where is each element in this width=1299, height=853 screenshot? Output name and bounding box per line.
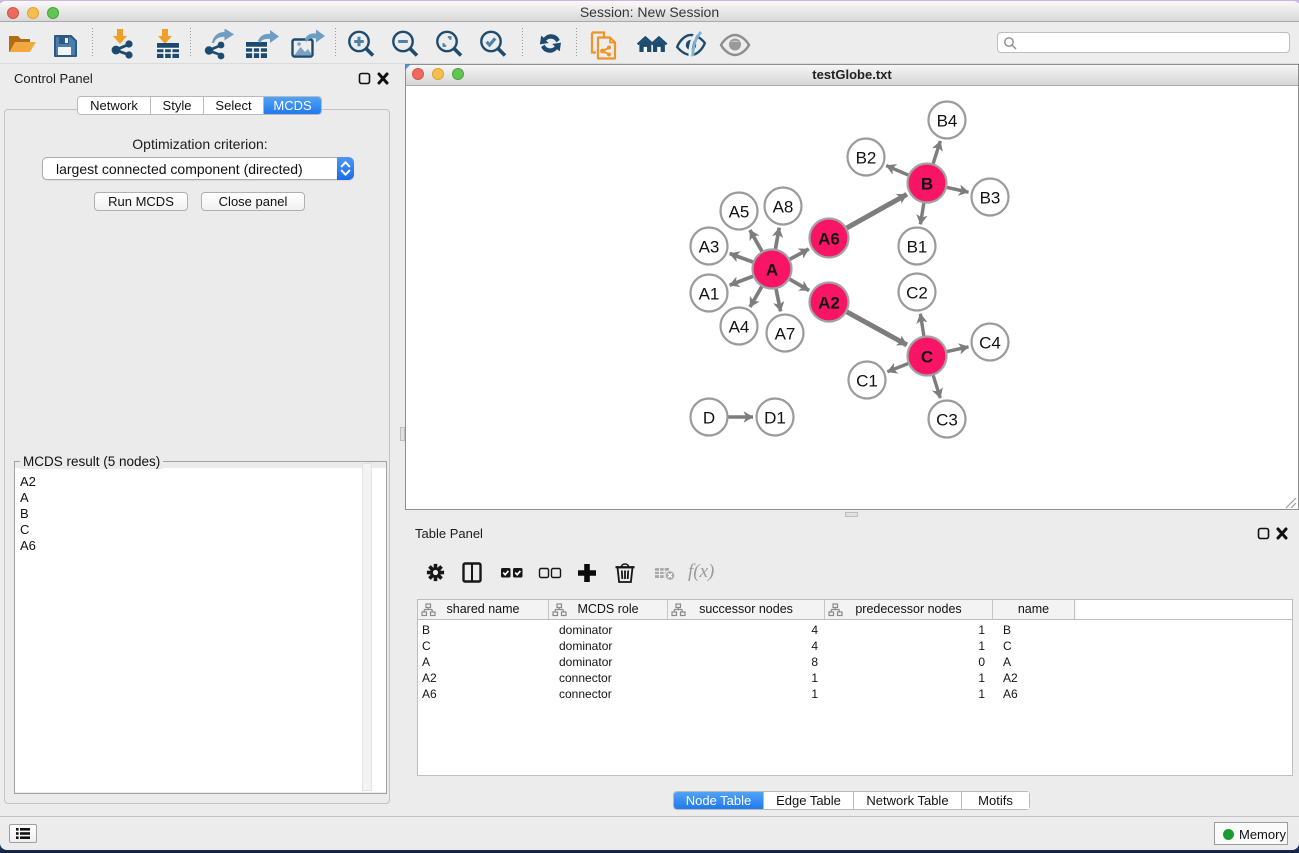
- svg-text:B1: B1: [907, 238, 928, 257]
- svg-text:A2: A2: [818, 294, 840, 313]
- svg-text:A1: A1: [699, 285, 720, 304]
- svg-text:B2: B2: [856, 149, 877, 168]
- svg-text:A: A: [766, 261, 778, 280]
- svg-text:C3: C3: [936, 411, 958, 430]
- svg-text:B: B: [921, 175, 933, 194]
- svg-text:A4: A4: [729, 318, 750, 337]
- svg-text:B4: B4: [937, 112, 958, 131]
- svg-text:A5: A5: [729, 203, 750, 222]
- svg-text:C2: C2: [906, 284, 928, 303]
- svg-text:C: C: [921, 348, 933, 367]
- svg-text:D1: D1: [764, 409, 786, 428]
- svg-text:C1: C1: [856, 372, 878, 391]
- svg-text:A6: A6: [818, 230, 840, 249]
- svg-text:A3: A3: [699, 238, 720, 257]
- svg-text:C4: C4: [979, 334, 1001, 353]
- svg-text:B3: B3: [980, 189, 1001, 208]
- svg-text:D: D: [703, 409, 715, 428]
- svg-text:A7: A7: [775, 325, 796, 344]
- svg-text:A8: A8: [773, 198, 794, 217]
